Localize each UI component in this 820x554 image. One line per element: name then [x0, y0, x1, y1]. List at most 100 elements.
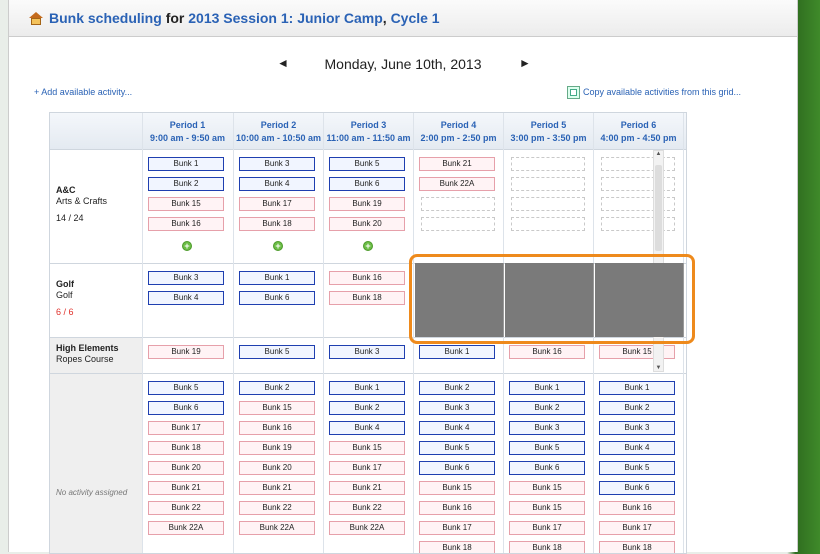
bunk-scheduling-link[interactable]: Bunk scheduling: [49, 10, 162, 26]
bunk-chip[interactable]: Bunk 3: [148, 271, 224, 285]
bunk-chip[interactable]: Bunk 18: [599, 541, 675, 553]
bunk-chip[interactable]: Bunk 16: [419, 501, 495, 515]
bunk-chip[interactable]: Bunk 17: [419, 521, 495, 535]
empty-slot[interactable]: [421, 217, 495, 231]
bunk-chip[interactable]: Bunk 20: [239, 461, 315, 475]
bunk-chip[interactable]: Bunk 1: [148, 157, 224, 171]
bunk-chip[interactable]: Bunk 18: [329, 291, 405, 305]
bunk-chip[interactable]: Bunk 15: [509, 501, 585, 515]
bunk-chip[interactable]: Bunk 18: [509, 541, 585, 553]
bunk-chip[interactable]: Bunk 17: [509, 521, 585, 535]
bunk-chip[interactable]: Bunk 16: [599, 501, 675, 515]
bunk-chip[interactable]: Bunk 6: [509, 461, 585, 475]
bunk-chip[interactable]: Bunk 15: [148, 197, 224, 211]
bunk-chip[interactable]: Bunk 22: [329, 501, 405, 515]
bunk-chip[interactable]: Bunk 2: [509, 401, 585, 415]
bunk-chip[interactable]: Bunk 20: [329, 217, 405, 231]
bunk-chip[interactable]: Bunk 16: [509, 345, 585, 359]
bunk-chip[interactable]: Bunk 22A: [148, 521, 224, 535]
bunk-chip[interactable]: Bunk 5: [239, 345, 315, 359]
bunk-chip[interactable]: Bunk 15: [419, 481, 495, 495]
bunk-chip[interactable]: Bunk 4: [419, 421, 495, 435]
bunk-chip[interactable]: Bunk 18: [419, 541, 495, 553]
bunk-chip[interactable]: Bunk 17: [148, 421, 224, 435]
bunk-chip[interactable]: Bunk 22A: [329, 521, 405, 535]
home-icon[interactable]: [29, 11, 43, 25]
bunk-chip[interactable]: Bunk 2: [148, 177, 224, 191]
add-activity-link[interactable]: + Add available activity...: [34, 87, 132, 97]
activity-name: Arts & Crafts: [56, 196, 108, 206]
bunk-chip[interactable]: Bunk 3: [599, 421, 675, 435]
bunk-chip[interactable]: Bunk 16: [329, 271, 405, 285]
next-day-arrow-icon[interactable]: ►: [519, 56, 531, 70]
bunk-chip[interactable]: Bunk 18: [239, 217, 315, 231]
copy-icon[interactable]: [567, 86, 580, 99]
bunk-chip[interactable]: Bunk 16: [148, 217, 224, 231]
bunk-chip[interactable]: Bunk 22A: [419, 177, 495, 191]
bunk-chip[interactable]: Bunk 6: [419, 461, 495, 475]
bunk-chip[interactable]: Bunk 22: [239, 501, 315, 515]
bunk-chip[interactable]: Bunk 2: [599, 401, 675, 415]
copy-activities-link[interactable]: Copy available activities from this grid…: [583, 87, 741, 97]
bunk-chip[interactable]: Bunk 6: [148, 401, 224, 415]
empty-slot[interactable]: [511, 157, 585, 171]
add-bunk-icon[interactable]: +: [363, 241, 373, 251]
bunk-chip[interactable]: Bunk 1: [329, 381, 405, 395]
bunk-chip[interactable]: Bunk 20: [148, 461, 224, 475]
activity-label-ac: A&C Arts & Crafts 14 / 24: [56, 185, 107, 224]
bunk-chip[interactable]: Bunk 17: [239, 197, 315, 211]
bunk-chip[interactable]: Bunk 21: [419, 157, 495, 171]
bunk-chip[interactable]: Bunk 16: [239, 421, 315, 435]
bunk-chip[interactable]: Bunk 5: [329, 157, 405, 171]
bunk-chip[interactable]: Bunk 15: [239, 401, 315, 415]
bunk-chip[interactable]: Bunk 15: [509, 481, 585, 495]
bunk-chip[interactable]: Bunk 6: [239, 291, 315, 305]
bunk-chip[interactable]: Bunk 22A: [239, 521, 315, 535]
bunk-chip[interactable]: Bunk 3: [239, 157, 315, 171]
bunk-chip[interactable]: Bunk 19: [239, 441, 315, 455]
scroll-down-icon[interactable]: ▼: [654, 365, 663, 371]
bunk-chip[interactable]: Bunk 18: [148, 441, 224, 455]
period-time: 2:00 pm - 2:50 pm: [420, 133, 497, 143]
bunk-chip[interactable]: Bunk 5: [148, 381, 224, 395]
bunk-chip[interactable]: Bunk 3: [509, 421, 585, 435]
bunk-chip[interactable]: Bunk 21: [148, 481, 224, 495]
bunk-chip[interactable]: Bunk 4: [329, 421, 405, 435]
bunk-chip[interactable]: Bunk 4: [148, 291, 224, 305]
bunk-chip[interactable]: Bunk 1: [419, 345, 495, 359]
bunk-chip[interactable]: Bunk 1: [599, 381, 675, 395]
cycle-link[interactable]: Cycle 1: [391, 10, 440, 26]
bunk-chip[interactable]: Bunk 5: [599, 461, 675, 475]
bunk-chip[interactable]: Bunk 4: [599, 441, 675, 455]
bunk-chip[interactable]: Bunk 5: [509, 441, 585, 455]
add-bunk-icon[interactable]: +: [182, 241, 192, 251]
bunk-chip[interactable]: Bunk 6: [329, 177, 405, 191]
bunk-chip[interactable]: Bunk 21: [329, 481, 405, 495]
bunk-chip[interactable]: Bunk 17: [599, 521, 675, 535]
empty-slot[interactable]: [511, 217, 585, 231]
bunk-chip[interactable]: Bunk 21: [239, 481, 315, 495]
scrollbar-thumb[interactable]: [655, 165, 662, 251]
bunk-chip[interactable]: Bunk 19: [329, 197, 405, 211]
period-name: Period 6: [620, 120, 657, 130]
bunk-chip[interactable]: Bunk 5: [419, 441, 495, 455]
bunk-chip[interactable]: Bunk 2: [419, 381, 495, 395]
bunk-chip[interactable]: Bunk 19: [148, 345, 224, 359]
bunk-chip[interactable]: Bunk 3: [329, 345, 405, 359]
bunk-chip[interactable]: Bunk 4: [239, 177, 315, 191]
bunk-chip[interactable]: Bunk 2: [239, 381, 315, 395]
empty-slot[interactable]: [511, 177, 585, 191]
bunk-chip[interactable]: Bunk 1: [239, 271, 315, 285]
session-link[interactable]: 2013 Session 1: Junior Camp: [188, 10, 383, 26]
bunk-chip[interactable]: Bunk 6: [599, 481, 675, 495]
bunk-chip[interactable]: Bunk 1: [509, 381, 585, 395]
bunk-chip[interactable]: Bunk 17: [329, 461, 405, 475]
bunk-chip[interactable]: Bunk 3: [419, 401, 495, 415]
add-bunk-icon[interactable]: +: [273, 241, 283, 251]
bunk-chip[interactable]: Bunk 15: [329, 441, 405, 455]
bunk-chip[interactable]: Bunk 22: [148, 501, 224, 515]
bunk-chip[interactable]: Bunk 2: [329, 401, 405, 415]
empty-slot[interactable]: [421, 197, 495, 211]
empty-slot[interactable]: [511, 197, 585, 211]
scroll-up-icon[interactable]: ▲: [654, 151, 663, 157]
